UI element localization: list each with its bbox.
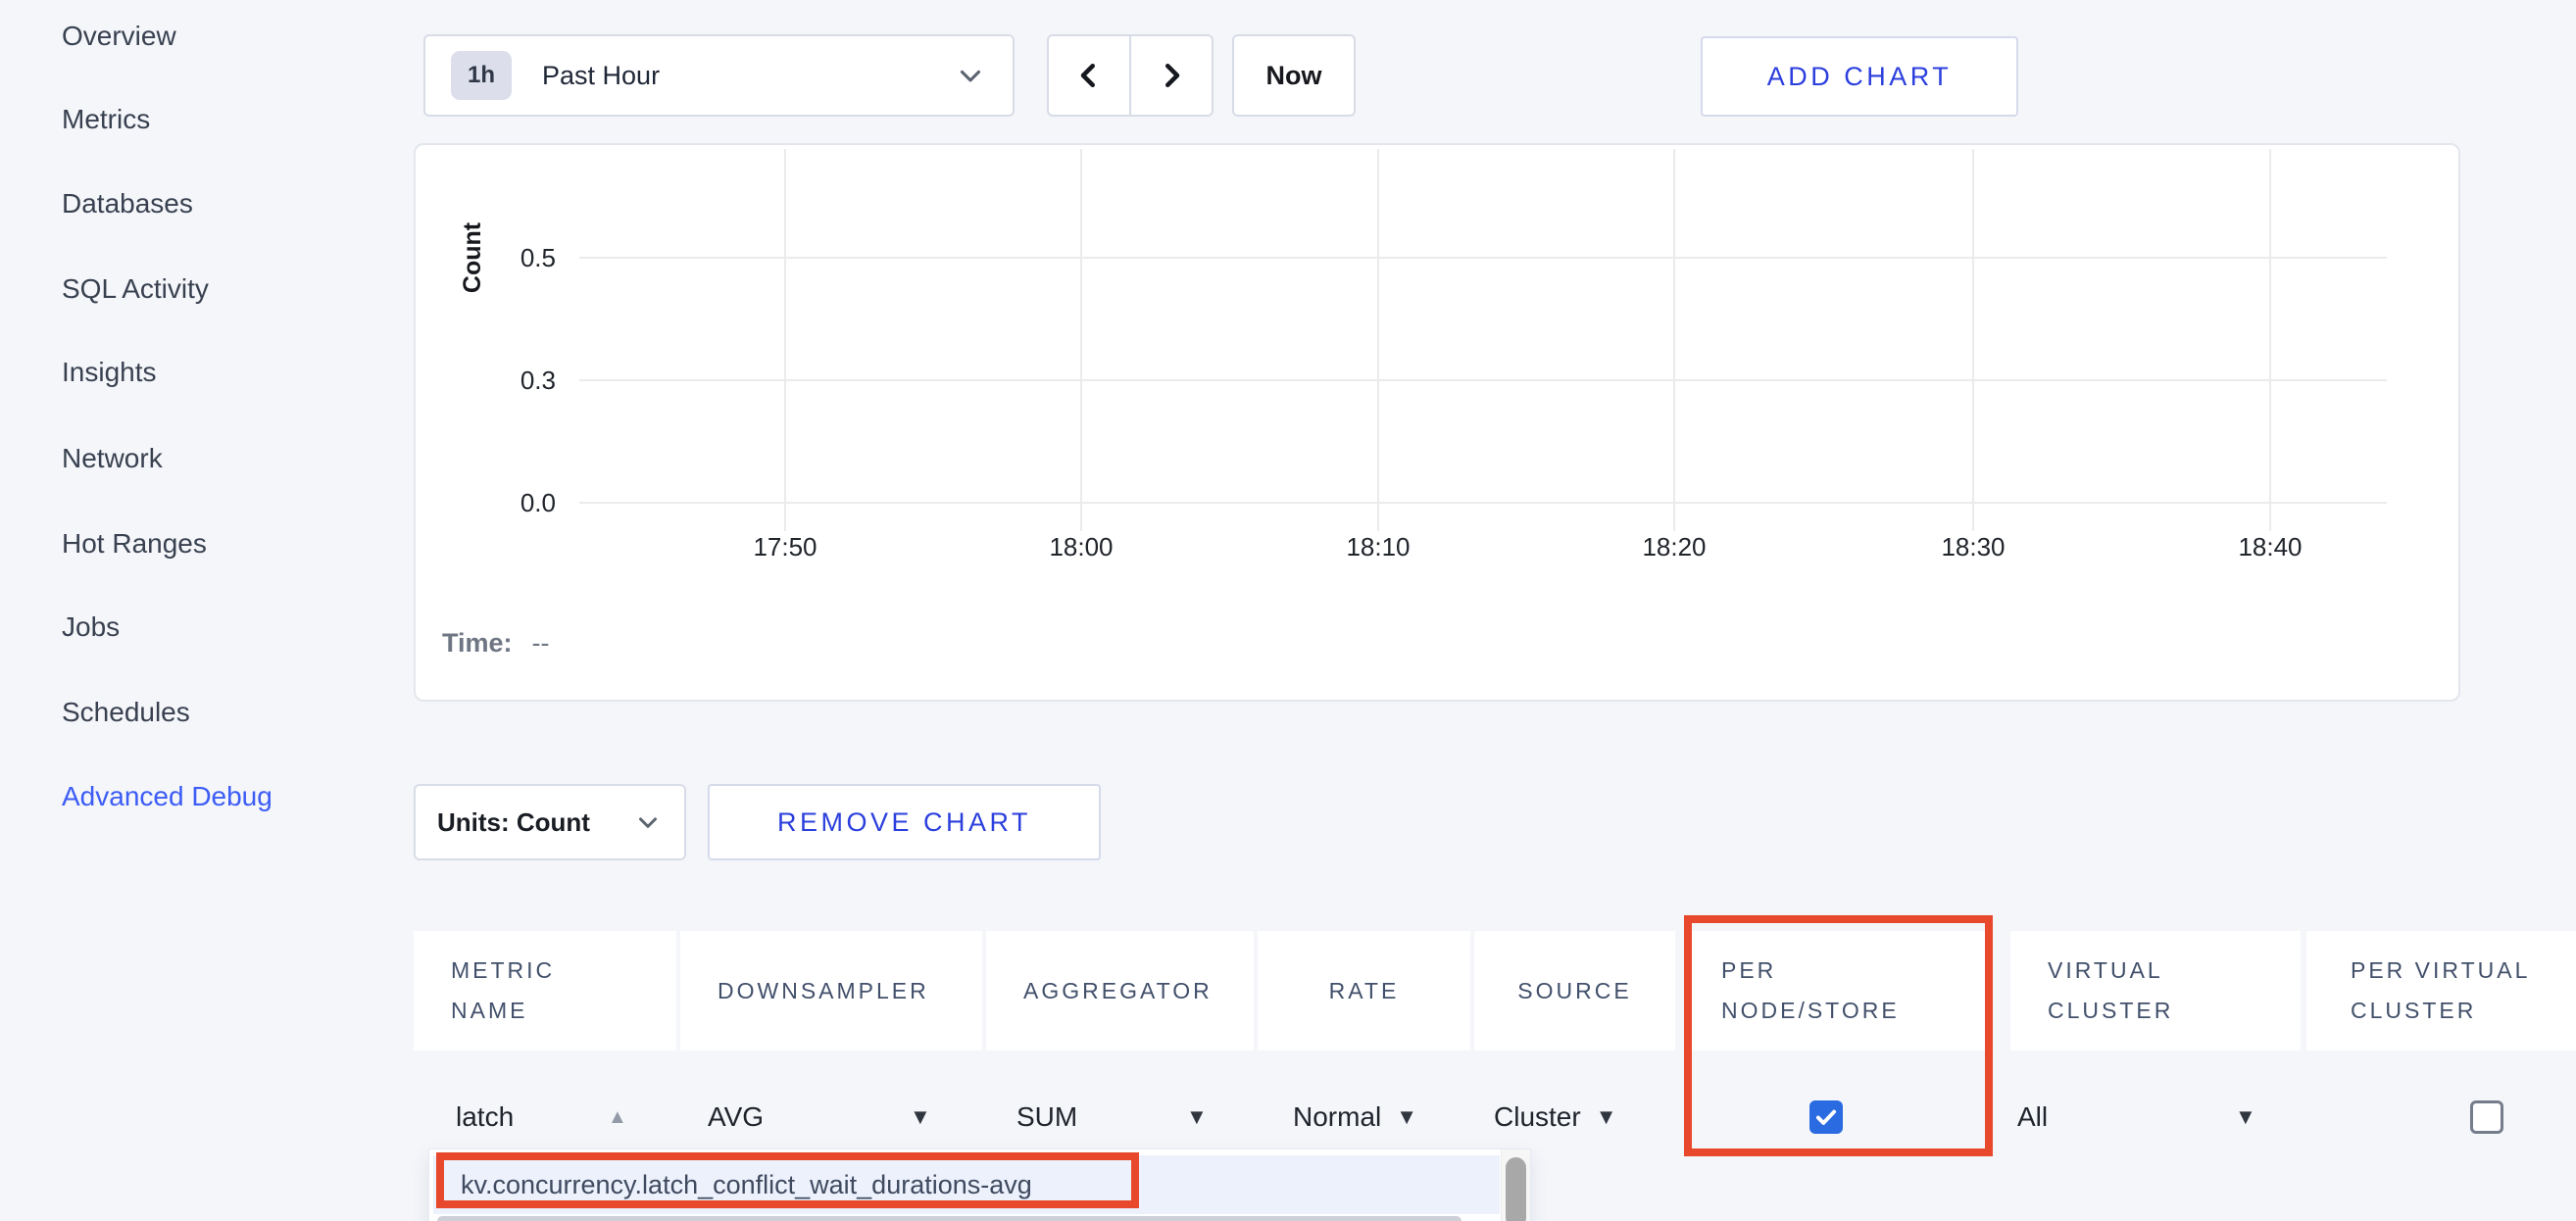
rate-select[interactable]: Normal ▼ [1293, 1084, 1417, 1150]
checkmark-icon [1813, 1104, 1839, 1130]
column-header-rate: RATE [1258, 931, 1470, 1050]
per-node-store-checkbox[interactable] [1809, 1100, 1843, 1134]
units-label: Units: Count [437, 807, 590, 838]
triangle-down-icon: ▼ [1396, 1084, 1417, 1150]
x-tick-label: 18:00 [1013, 529, 1150, 564]
y-tick-label: 0.0 [416, 485, 556, 520]
sidebar-item-overview[interactable]: Overview [62, 16, 176, 57]
sidebar-item-schedules[interactable]: Schedules [62, 692, 190, 733]
sidebar-item-hot-ranges[interactable]: Hot Ranges [62, 523, 207, 564]
time-readout-label: Time: [442, 628, 513, 658]
now-button[interactable]: Now [1232, 34, 1356, 117]
prev-time-button[interactable] [1047, 34, 1130, 117]
rate-select-value: Normal [1293, 1084, 1381, 1150]
chevron-left-icon [1071, 58, 1107, 93]
downsampler-select[interactable]: AVG [708, 1084, 764, 1150]
sidebar-item-advanced-debug[interactable]: Advanced Debug [62, 776, 272, 817]
column-header-per-virtual-cluster: PER VIRTUAL CLUSTER [2306, 931, 2576, 1050]
chevron-right-icon [1154, 58, 1189, 93]
x-tick-label: 18:30 [1905, 529, 2042, 564]
custom-chart-panel: Count 0.5 0.3 0.0 17:50 18:00 18:10 18:2… [414, 143, 2460, 702]
metric-name-input[interactable]: latch [456, 1084, 514, 1150]
chevron-down-icon [954, 59, 987, 92]
time-window-badge: 1h [451, 51, 512, 100]
metric-suggestion-item[interactable]: kv.concurrency.latch_conflict_wait_durat… [433, 1155, 1500, 1214]
time-range-label: Past Hour [542, 61, 660, 91]
chevron-down-icon [633, 807, 663, 837]
per-virtual-cluster-checkbox[interactable] [2470, 1100, 2503, 1134]
column-header-downsampler: DOWNSAMPLER [680, 931, 982, 1050]
virtual-cluster-select[interactable]: All [2017, 1084, 2048, 1150]
sidebar-item-insights[interactable]: Insights [62, 352, 157, 393]
column-header-per-node-store: PER NODE/STORE [1684, 931, 1993, 1050]
sidebar-item-jobs[interactable]: Jobs [62, 607, 120, 648]
triangle-up-icon: ▲ [608, 1084, 627, 1150]
plot-hover-area[interactable] [579, 149, 2387, 531]
column-header-metric-name: METRIC NAME [414, 931, 676, 1050]
aggregator-select[interactable]: SUM [1016, 1084, 1077, 1150]
triangle-down-icon: ▼ [2235, 1084, 2256, 1150]
x-tick-label: 18:20 [1606, 529, 1743, 564]
time-range-selector[interactable]: 1h Past Hour [423, 34, 1015, 117]
y-tick-label: 0.3 [416, 363, 556, 398]
metric-autocomplete-dropdown: kv.concurrency.latch_conflict_wait_durat… [428, 1148, 1531, 1221]
column-header-source: SOURCE [1474, 931, 1675, 1050]
source-select[interactable]: Cluster ▼ [1494, 1084, 1616, 1150]
add-chart-button[interactable]: ADD CHART [1701, 36, 2018, 117]
hover-time-readout: Time: -- [442, 621, 550, 664]
column-header-aggregator: AGGREGATOR [986, 931, 1254, 1050]
remove-chart-button[interactable]: REMOVE CHART [708, 784, 1101, 860]
column-header-virtual-cluster: VIRTUAL CLUSTER [2010, 931, 2301, 1050]
dropdown-scrollbar-track [1501, 1149, 1530, 1221]
triangle-down-icon: ▼ [1186, 1084, 1208, 1150]
triangle-down-icon: ▼ [1596, 1084, 1617, 1150]
sidebar-item-sql-activity[interactable]: SQL Activity [62, 269, 209, 310]
units-selector[interactable]: Units: Count [414, 784, 686, 860]
sidebar-item-databases[interactable]: Databases [62, 183, 193, 224]
time-step-buttons [1047, 34, 1214, 117]
source-select-value: Cluster [1494, 1084, 1581, 1150]
dropdown-scrollbar-thumb[interactable] [1506, 1157, 1526, 1221]
advanced-debug-custom-chart-page: { "sidebar": { "items": [ {"label": "Ove… [0, 0, 2576, 1221]
next-time-button[interactable] [1130, 34, 1214, 117]
dropdown-horizontal-scrollbar-thumb[interactable] [437, 1216, 1461, 1221]
x-tick-label: 17:50 [717, 529, 854, 564]
triangle-down-icon: ▼ [910, 1084, 931, 1150]
sidebar-item-metrics[interactable]: Metrics [62, 99, 150, 140]
x-tick-label: 18:10 [1310, 529, 1447, 564]
y-tick-label: 0.5 [416, 240, 556, 275]
time-readout-value: -- [532, 628, 550, 658]
sidebar-item-network[interactable]: Network [62, 438, 163, 479]
x-tick-label: 18:40 [2202, 529, 2339, 564]
